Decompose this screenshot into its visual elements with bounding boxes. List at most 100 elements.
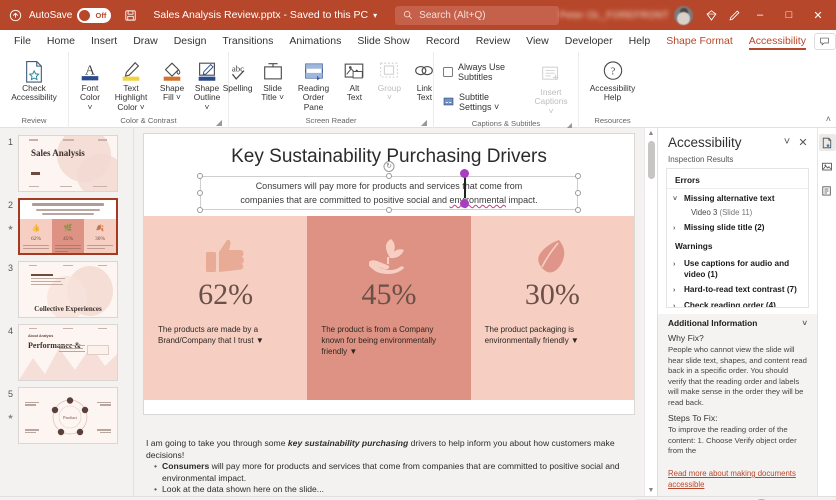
tab-draw[interactable]: Draw: [125, 33, 166, 49]
comments-button[interactable]: [813, 32, 836, 50]
slide-thumbnail-5[interactable]: Product: [18, 387, 118, 444]
tab-animations[interactable]: Animations: [281, 33, 349, 49]
spelling-button[interactable]: abc Spelling: [221, 55, 255, 94]
tab-insert[interactable]: Insert: [83, 33, 125, 49]
slide-thumbnail-3[interactable]: Collective Experiences: [18, 261, 118, 318]
file-dropdown-caret[interactable]: ▾: [373, 11, 377, 20]
design-ideas-icon[interactable]: [818, 134, 836, 151]
notes-text[interactable]: I am going to take you through some key …: [144, 435, 634, 496]
stat-card-2[interactable]: 45% The product is from a Company known …: [307, 216, 471, 400]
chevron-right-icon-reading-order[interactable]: ›: [673, 300, 680, 307]
subtitle-settings-button[interactable]: Subtitle Settings ˅: [438, 89, 521, 115]
resize-handle-br[interactable]: [575, 207, 581, 213]
document-title[interactable]: Sales Analysis Review.pptx - Saved to th…: [153, 9, 368, 21]
tab-home[interactable]: Home: [39, 33, 83, 49]
close-icon[interactable]: ✕: [795, 134, 811, 150]
slide-title-button[interactable]: Slide Title ˅: [256, 55, 290, 104]
collapse-ribbon-button[interactable]: ˄: [826, 114, 831, 124]
search-input[interactable]: Search (Alt+Q): [395, 5, 560, 25]
thumbnail-row-5[interactable]: 5 ★ Product: [0, 384, 133, 447]
accessibility-help-button[interactable]: ? Accessibility Help: [584, 55, 642, 104]
current-slide[interactable]: Key Sustainability Purchasing Drivers ↻ …: [144, 134, 634, 414]
tab-record[interactable]: Record: [418, 33, 468, 49]
resize-handle-bl[interactable]: [197, 207, 203, 213]
alt-text-button[interactable]: Alt Text: [337, 55, 371, 104]
notes-bullet-1: • Consumers will pay more for products a…: [146, 461, 630, 484]
thumbnail-number-5-text: 5: [7, 389, 13, 399]
subtitle-placeholder[interactable]: ↻ Consumers will pay more for products a…: [197, 161, 581, 213]
chevron-down-icon-additional[interactable]: ˅: [802, 319, 807, 328]
thumbnail-row-3[interactable]: 3 Collective Experiences: [0, 258, 133, 321]
autosave-toggle[interactable]: Off: [77, 7, 112, 23]
slide-thumbnail-4[interactable]: About Analysis Performance &: [18, 324, 118, 381]
chevron-right-icon-captions[interactable]: ›: [673, 258, 680, 270]
save-icon[interactable]: [119, 4, 141, 26]
font-color-button[interactable]: A Font Color ˅: [73, 55, 107, 113]
chevron-right-icon-contrast[interactable]: ›: [673, 284, 680, 296]
alt-text-icon: [342, 58, 366, 84]
reading-order-pane-button[interactable]: Reading Order Pane: [291, 55, 337, 113]
slide-thumbnail-panel[interactable]: 1 Sales Analysis 2 ★ 👍 62% 🌿 45% 🍂 30% 3…: [0, 128, 134, 496]
minimize-button[interactable]: –: [746, 1, 774, 29]
warning-text-contrast[interactable]: › Hard-to-read text contrast (7): [667, 282, 808, 298]
chevron-down-icon[interactable]: ˅: [779, 134, 795, 150]
diamond-premium-icon[interactable]: [700, 4, 722, 26]
thumbnail-number-4: 4: [7, 326, 13, 336]
subtitle-text: Consumers will pay more for products and…: [201, 179, 577, 207]
check-accessibility-button[interactable]: Check Accessibility: [5, 55, 63, 104]
thumbnail-row-2[interactable]: 2 ★ 👍 62% 🌿 45% 🍂 30%: [0, 195, 133, 258]
tab-review[interactable]: Review: [468, 33, 518, 49]
text-highlight-color-label: Text Highlight Color ˅: [114, 83, 148, 112]
powerpoint-save-icon[interactable]: [4, 4, 26, 26]
warning-reading-order[interactable]: › Check reading order (4): [667, 298, 808, 307]
text-highlight-color-button[interactable]: Text Highlight Color ˅: [108, 55, 154, 113]
tab-file[interactable]: File: [6, 33, 39, 49]
tab-developer[interactable]: Developer: [557, 33, 621, 49]
tab-transitions[interactable]: Transitions: [214, 33, 281, 49]
accessibility-pane: Accessibility ˅ ✕ Inspection Results Err…: [657, 128, 817, 496]
shape-fill-button[interactable]: Shape Fill ˅: [155, 55, 189, 104]
touch-selection-grip[interactable]: [459, 169, 470, 208]
stat-card-3[interactable]: 30% The product packaging is environment…: [470, 216, 634, 400]
spelling-icon: abc: [226, 58, 250, 84]
tab-help[interactable]: Help: [621, 33, 659, 49]
avatar[interactable]: [674, 5, 693, 25]
thumbnail-row-4[interactable]: 4 About Analysis Performance &: [0, 321, 133, 384]
stat-card-1[interactable]: 62% The products are made by a Brand/Com…: [144, 216, 308, 400]
always-use-subtitles-checkbox[interactable]: Always Use Subtitles: [438, 59, 521, 85]
scroll-up-arrow[interactable]: ▲: [648, 130, 655, 137]
warning-use-captions[interactable]: › Use captions for audio and video (1): [667, 256, 808, 282]
thumbnail-row-1[interactable]: 1 Sales Analysis: [0, 132, 133, 195]
notes-pane[interactable]: I am going to take you through some key …: [134, 432, 644, 496]
additional-information-header[interactable]: Additional Information ˅: [668, 318, 807, 328]
error-missing-slide-title[interactable]: › Missing slide title (2): [667, 220, 808, 236]
rotation-handle[interactable]: ↻: [383, 161, 395, 178]
tab-slide-show[interactable]: Slide Show: [349, 33, 418, 49]
scrollbar-thumb[interactable]: [647, 141, 655, 179]
error-child-video-3[interactable]: Video 3 (Slide 11): [667, 207, 808, 220]
pen-annotate-icon[interactable]: [723, 4, 745, 26]
error-missing-alt-text[interactable]: ˅ Missing alternative text: [667, 191, 808, 207]
font-color-icon: A: [78, 58, 102, 84]
tab-view[interactable]: View: [518, 33, 557, 49]
maximize-button[interactable]: □: [775, 1, 803, 29]
slide-thumbnail-2[interactable]: 👍 62% 🌿 45% 🍂 30%: [18, 198, 118, 255]
scroll-down-arrow[interactable]: ▼: [648, 487, 655, 494]
tab-shape-format[interactable]: Shape Format: [658, 33, 741, 49]
close-button[interactable]: ✕: [804, 1, 832, 29]
resize-handle-bc[interactable]: [386, 207, 392, 213]
shape-outline-button[interactable]: Shape Outline ˅: [190, 55, 224, 113]
tab-accessibility[interactable]: Accessibility: [741, 33, 814, 50]
chevron-right-icon-slide-title[interactable]: ›: [673, 222, 680, 234]
chevron-down-icon-alt-text[interactable]: ˅: [673, 193, 680, 205]
slide-view[interactable]: Key Sustainability Purchasing Drivers ↻ …: [134, 128, 644, 432]
close-glyph: ✕: [813, 9, 823, 22]
tab-design[interactable]: Design: [166, 33, 215, 49]
notes-panel-icon[interactable]: [819, 182, 836, 199]
read-more-link[interactable]: Read more about making documents accessi…: [668, 469, 807, 490]
slide-thumbnail-1[interactable]: Sales Analysis: [18, 135, 118, 192]
picture-insert-icon[interactable]: [819, 158, 836, 175]
slide-vertical-scrollbar[interactable]: ▲ ▼: [644, 128, 657, 496]
notes-splitter[interactable]: [134, 432, 644, 435]
inspection-results-list[interactable]: Errors ˅ Missing alternative text Video …: [666, 168, 809, 308]
